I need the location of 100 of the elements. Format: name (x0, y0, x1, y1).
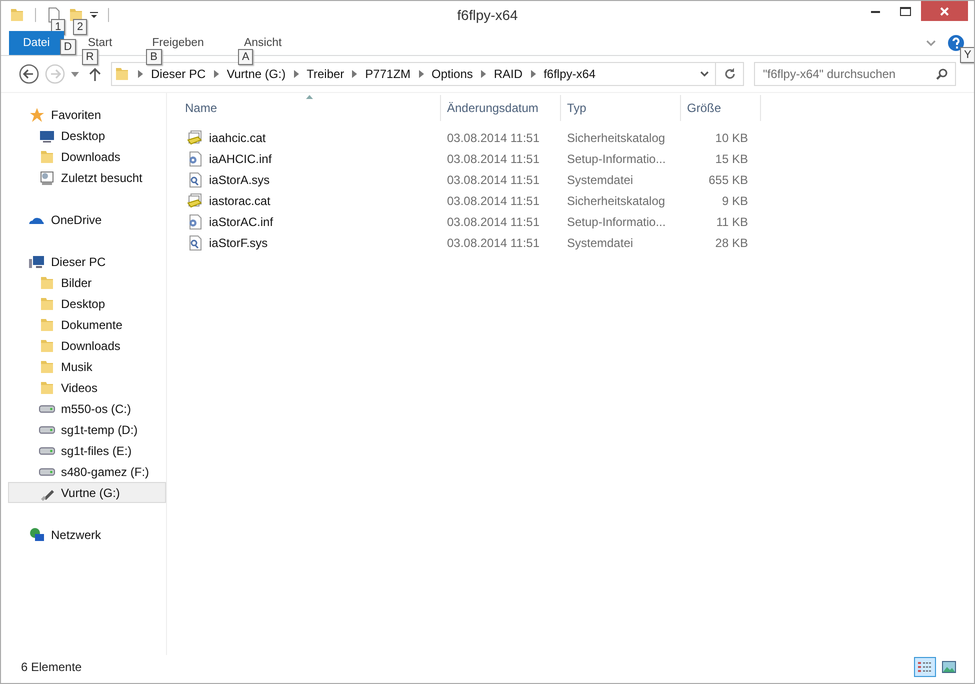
refresh-icon (724, 68, 736, 80)
nav-item[interactable]: Desktop (1, 293, 166, 314)
type-cell-text: Setup-Informatio... (566, 214, 667, 228)
catalog-file-icon (187, 130, 203, 146)
up-arrow-icon[interactable] (89, 67, 101, 81)
nav-item[interactable]: OneDrive (1, 209, 166, 230)
sort-ascending-icon (306, 95, 313, 99)
chevron-right-icon[interactable] (138, 70, 143, 78)
nav-item[interactable]: Dokumente (1, 314, 166, 335)
breadcrumb[interactable]: P771ZM (365, 67, 411, 81)
size-cell-text: 15 KB (714, 152, 749, 166)
column-header[interactable]: Typ (561, 95, 681, 121)
breadcrumb[interactable]: Treiber (306, 67, 344, 81)
item-count: 6 Elemente (21, 660, 82, 674)
file-name-cell[interactable]: iaahcic.cat (179, 130, 441, 146)
key-tip: D (60, 39, 76, 55)
date-cell-text: 03.08.2014 11:51 (446, 214, 541, 228)
type-cell-text: Systemdatei (566, 236, 634, 250)
address-bar[interactable]: Dieser PC Vurtne (G:) Treiber P771ZM Options RAID f6flpy-x64 (111, 62, 716, 86)
folder-icon (114, 66, 130, 82)
nav-item[interactable]: Downloads (1, 335, 166, 356)
file-name-cell[interactable]: iaAHCIC.inf (179, 150, 441, 166)
refresh-button[interactable] (716, 62, 744, 86)
window-title: f6flpy-x64 (456, 7, 519, 23)
nav-item[interactable]: Dieser PC (1, 251, 166, 272)
close-icon (940, 6, 949, 16)
file-name-cell[interactable]: iastorac.cat (179, 192, 441, 208)
column-header[interactable]: Name (179, 95, 441, 121)
date-cell-text: 03.08.2014 11:51 (446, 130, 541, 144)
folder-icon (39, 316, 55, 332)
column-header[interactable]: Änderungsdatum (441, 95, 561, 121)
close-button[interactable] (921, 1, 968, 21)
folder-icon (39, 358, 55, 374)
key-tip: Y (960, 47, 974, 63)
nav-item[interactable]: s480-gamez (F:) (1, 461, 166, 482)
nav-item[interactable]: Desktop (1, 125, 166, 146)
nav-item[interactable]: Musik (1, 356, 166, 377)
key-tip: B (146, 49, 162, 65)
file-name-cell[interactable]: iaStorAC.inf (179, 214, 441, 230)
cloud-icon (29, 215, 45, 224)
customize-dropdown-icon[interactable] (90, 11, 98, 19)
maximize-icon (900, 6, 910, 16)
nav-item[interactable]: Netzwerk (1, 524, 166, 545)
catalog-file-icon (187, 192, 203, 208)
minimize-icon (870, 10, 880, 12)
folder-icon (39, 296, 55, 312)
key-tip: R (82, 49, 98, 65)
breadcrumb[interactable]: f6flpy-x64 (544, 67, 596, 81)
type-cell-text: Setup-Informatio... (566, 152, 667, 166)
computer-icon (29, 254, 45, 270)
breadcrumb[interactable]: RAID (494, 67, 523, 81)
system-file-icon (187, 172, 203, 188)
search-field[interactable]: "f6flpy-x64" durchsuchen (754, 62, 956, 86)
nav-item[interactable]: Bilder (1, 272, 166, 293)
file-name-cell[interactable]: iaStorA.sys (179, 172, 441, 188)
nav-item[interactable]: Videos (1, 377, 166, 398)
date-cell-text: 03.08.2014 11:51 (446, 194, 541, 208)
back-button[interactable] (19, 64, 39, 84)
file-tab[interactable]: Datei (9, 31, 64, 55)
chevron-right-icon[interactable] (480, 70, 486, 78)
nav-item[interactable]: Zuletzt besucht (1, 167, 166, 188)
recent-locations-icon[interactable] (71, 72, 79, 76)
details-view-icon (918, 661, 932, 673)
size-cell-text: 10 KB (714, 130, 749, 144)
nav-item[interactable]: sg1t-temp (D:) (1, 419, 166, 440)
breadcrumb[interactable]: Dieser PC (151, 67, 206, 81)
chevron-right-icon[interactable] (418, 70, 424, 78)
type-cell-text: Sicherheitskatalog (566, 194, 666, 208)
breadcrumb[interactable]: Options (432, 67, 473, 81)
key-tip: 2 (73, 19, 88, 35)
chevron-right-icon[interactable] (214, 70, 219, 78)
nav-item[interactable]: Favoriten (1, 104, 166, 125)
chevron-right-icon[interactable] (294, 70, 299, 78)
system-file-icon (187, 234, 203, 250)
details-view-button[interactable] (914, 657, 936, 677)
date-cell-text: 03.08.2014 11:51 (446, 152, 541, 166)
size-cell-text: 28 KB (714, 236, 749, 250)
breadcrumb[interactable]: Vurtne (G:) (226, 67, 286, 81)
drive-icon (39, 426, 55, 434)
column-header[interactable]: Größe (681, 95, 761, 121)
help-icon[interactable] (948, 35, 964, 51)
nav-item[interactable]: m550-os (C:) (1, 398, 166, 419)
file-name-cell[interactable]: iaStorF.sys (179, 234, 441, 250)
chevron-right-icon[interactable] (530, 70, 536, 78)
network-icon (29, 526, 45, 542)
nav-item[interactable]: sg1t-files (E:) (1, 440, 166, 461)
nav-item[interactable]: Downloads (1, 146, 166, 167)
expand-ribbon-icon[interactable] (926, 40, 936, 46)
search-icon (936, 68, 948, 80)
type-cell-text: Sicherheitskatalog (566, 130, 666, 144)
drive-icon (39, 446, 55, 454)
size-cell-text: 655 KB (708, 172, 749, 186)
folder-icon (39, 274, 55, 290)
chevron-right-icon[interactable] (352, 70, 358, 78)
chevron-down-icon[interactable] (700, 71, 709, 77)
type-cell-text: Systemdatei (566, 172, 634, 186)
settings-file-icon (187, 150, 203, 166)
folder-icon (39, 380, 55, 396)
nav-item[interactable]: Vurtne (G:) (8, 482, 166, 503)
settings-file-icon (187, 214, 203, 230)
